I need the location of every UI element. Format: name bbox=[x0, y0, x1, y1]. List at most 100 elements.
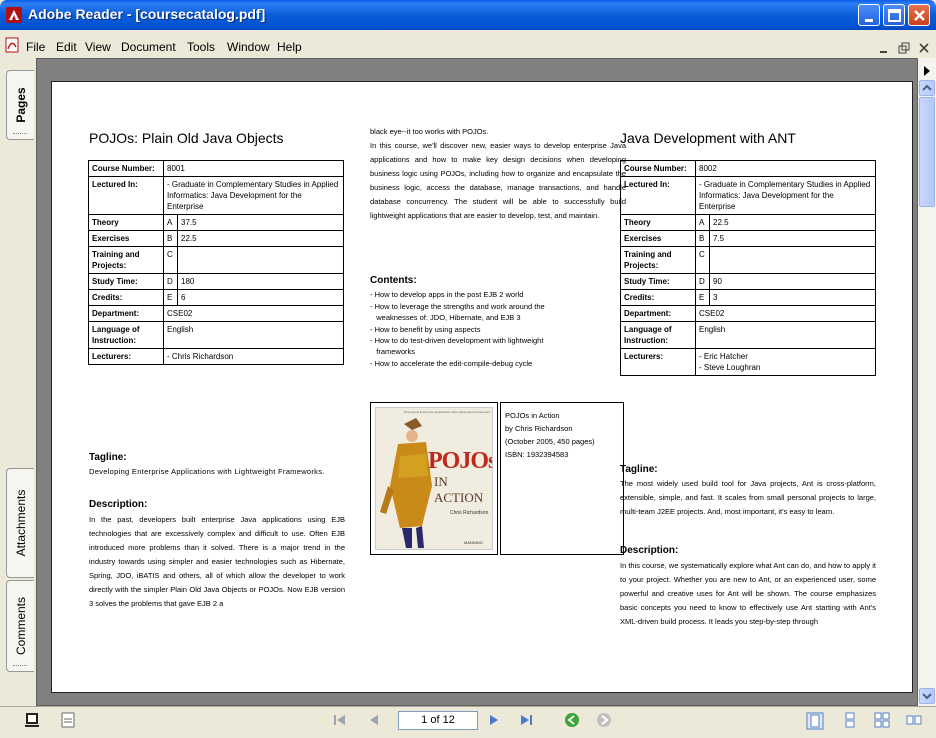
book-isbn: ISBN: 1932394583 bbox=[505, 450, 569, 459]
navigation-pane-strip: Pages Attachments Comments bbox=[0, 58, 36, 706]
table-cell: Course Number: bbox=[620, 160, 696, 177]
go-back-icon[interactable] bbox=[564, 712, 580, 728]
table-row: Theory A 22.5 bbox=[620, 214, 876, 231]
table-cell bbox=[709, 246, 876, 274]
table-cell: 8001 bbox=[163, 160, 344, 177]
doc-close-icon[interactable] bbox=[918, 42, 930, 54]
contents-item: - How to accelerate the edit-compile-deb… bbox=[370, 359, 533, 368]
table-cell: Department: bbox=[620, 305, 696, 322]
table-cell: 22.5 bbox=[709, 214, 876, 231]
table-cell: Language of Instruction: bbox=[620, 321, 696, 349]
tagline-text: Developing Enterprise Applications with … bbox=[89, 467, 325, 476]
chevron-down-icon bbox=[922, 693, 932, 700]
table-cell: CSE02 bbox=[163, 305, 344, 322]
table-cell: - Eric Hatcher - Steve Loughran bbox=[695, 348, 876, 376]
table-row: Credits: E 6 bbox=[88, 289, 344, 306]
title-bar: Adobe Reader - [coursecatalog.pdf] bbox=[0, 0, 936, 30]
document-viewport[interactable]: POJOs: Plain Old Java Objects Course Num… bbox=[36, 58, 918, 706]
contents-heading: Contents: bbox=[370, 275, 417, 286]
next-page-icon[interactable] bbox=[486, 712, 502, 728]
table-cell: English bbox=[163, 321, 344, 349]
go-forward-icon[interactable] bbox=[596, 712, 612, 728]
lecturer-name: - Eric Hatcher bbox=[699, 352, 748, 361]
scroll-down-button[interactable] bbox=[919, 688, 935, 704]
table-cell: 7.5 bbox=[709, 230, 876, 247]
book-cover-figure bbox=[380, 418, 432, 548]
table-row: Language of Instruction: English bbox=[88, 321, 344, 349]
description-heading: Description: bbox=[620, 545, 679, 556]
table-cell: D bbox=[163, 273, 178, 290]
single-page-icon[interactable] bbox=[806, 712, 824, 730]
table-row: Study Time: D 180 bbox=[88, 273, 344, 290]
scroll-up-button[interactable] bbox=[919, 80, 935, 96]
page-layout-icon[interactable] bbox=[24, 712, 40, 728]
tagline-heading: Tagline: bbox=[620, 464, 658, 475]
table-cell: Training and Projects: bbox=[88, 246, 164, 274]
table-cell: - Graduate in Complementary Studies in A… bbox=[163, 176, 344, 215]
page-number-input[interactable]: 1 of 12 bbox=[398, 711, 478, 730]
table-cell: C bbox=[695, 246, 710, 274]
tagline-text: The most widely used build tool for Java… bbox=[620, 479, 876, 516]
pdf-document-icon[interactable] bbox=[4, 37, 20, 53]
menu-window[interactable]: Window bbox=[227, 40, 270, 54]
table-cell: 37.5 bbox=[177, 214, 344, 231]
previous-page-icon[interactable] bbox=[366, 712, 382, 728]
tab-pages[interactable]: Pages bbox=[6, 70, 34, 140]
table-cell: Credits: bbox=[620, 289, 696, 306]
table-cell: Exercises bbox=[88, 230, 164, 247]
table-cell: Theory bbox=[88, 214, 164, 231]
description-text: In the past, developers built enterprise… bbox=[89, 515, 345, 608]
menu-edit[interactable]: Edit bbox=[56, 40, 77, 54]
tab-attachments-label: Attachments bbox=[13, 489, 28, 557]
book-cover-author: Chris Richardson bbox=[450, 510, 489, 516]
scroll-thumb[interactable] bbox=[919, 97, 935, 207]
close-button[interactable] bbox=[908, 4, 930, 26]
table-row: Lecturers: - Eric Hatcher - Steve Loughran bbox=[620, 348, 876, 376]
continued-text: black eye--it too works with POJOs. bbox=[370, 127, 489, 136]
course-table-ant: Course Number: 8002 Lectured In: - Graduat… bbox=[620, 160, 876, 376]
table-cell: Lecturers: bbox=[620, 348, 696, 376]
menu-help[interactable]: Help bbox=[277, 40, 302, 54]
table-cell: Exercises bbox=[620, 230, 696, 247]
document-properties-icon[interactable] bbox=[60, 712, 76, 728]
table-row: Department: CSE02 bbox=[620, 305, 876, 322]
menu-tools[interactable]: Tools bbox=[187, 40, 215, 54]
vertical-scrollbar[interactable] bbox=[918, 58, 936, 706]
table-cell: English bbox=[695, 321, 876, 349]
doc-minimize-icon[interactable] bbox=[878, 42, 890, 54]
minimize-button[interactable] bbox=[858, 4, 880, 26]
table-cell: D bbox=[695, 273, 710, 290]
contents-item: - How to benefit by using aspects bbox=[370, 325, 481, 334]
table-row: Training and Projects: C bbox=[88, 246, 344, 274]
menu-view[interactable]: View bbox=[85, 40, 111, 54]
table-cell: 180 bbox=[177, 273, 344, 290]
continuous-facing-icon[interactable] bbox=[906, 712, 922, 728]
first-page-icon[interactable] bbox=[332, 712, 348, 728]
table-cell: Study Time: bbox=[88, 273, 164, 290]
table-cell: B bbox=[695, 230, 710, 247]
book-cover-topline: Developing Enterprise Applications with … bbox=[404, 410, 490, 414]
course-table-pojos: Course Number: 8001 Lectured In: - Graduat… bbox=[88, 160, 344, 365]
table-row: Department: CSE02 bbox=[88, 305, 344, 322]
table-cell: CSE02 bbox=[695, 305, 876, 322]
last-page-icon[interactable] bbox=[518, 712, 534, 728]
table-cell: Lectured In: bbox=[88, 176, 164, 215]
continuous-page-icon[interactable] bbox=[842, 712, 858, 728]
book-cover-title: POJOs bbox=[428, 448, 493, 474]
scroll-right-arrow-icon[interactable] bbox=[922, 66, 932, 76]
doc-restore-icon[interactable] bbox=[898, 42, 910, 54]
table-cell: B bbox=[163, 230, 178, 247]
table-cell: E bbox=[695, 289, 710, 306]
table-cell: - Chris Richardson bbox=[163, 348, 344, 365]
maximize-icon bbox=[888, 9, 901, 22]
table-row: Lectured In: - Graduate in Complementary … bbox=[620, 176, 876, 215]
tab-comments[interactable]: Comments bbox=[6, 580, 34, 672]
maximize-button[interactable] bbox=[883, 4, 905, 26]
menu-file[interactable]: File bbox=[26, 40, 45, 54]
close-icon bbox=[914, 10, 925, 21]
tab-pages-label: Pages bbox=[13, 87, 28, 123]
tab-attachments[interactable]: Attachments bbox=[6, 468, 34, 578]
facing-pages-icon[interactable] bbox=[874, 712, 890, 728]
contents-item: - How to leverage the strengths and work… bbox=[370, 302, 545, 311]
menu-document[interactable]: Document bbox=[121, 40, 176, 54]
